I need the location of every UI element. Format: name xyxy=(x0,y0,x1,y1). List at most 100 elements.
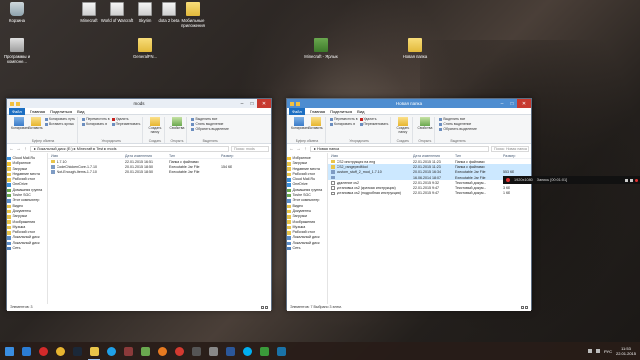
desktop-icon[interactable]: Minecraft - Ярлык xyxy=(304,38,338,59)
taskbar-game-button[interactable] xyxy=(121,344,135,358)
taskbar-explorer-button[interactable] xyxy=(87,344,101,360)
paste-button[interactable]: Вставить xyxy=(308,117,323,131)
cloud-icon xyxy=(7,156,11,161)
invert-selection-button[interactable]: Обратить выделение xyxy=(191,127,229,132)
taskbar-tool-button[interactable] xyxy=(189,344,203,358)
tab-view[interactable]: Вид xyxy=(77,109,84,114)
copy-to-button[interactable]: Копировать в xyxy=(82,122,110,127)
desktop-icon[interactable]: Мобильные приложения xyxy=(176,2,210,28)
taskbar-opera-button[interactable] xyxy=(36,344,50,358)
file-row[interactable]: установка cs2 (подробная инструкция) 22.0… xyxy=(328,191,531,196)
maximize-button[interactable]: □ xyxy=(507,99,517,108)
maximize-button[interactable]: □ xyxy=(247,99,257,108)
file-row[interactable]: установка cs2 (краткая инструкция) 22.01.… xyxy=(328,185,531,190)
invert-selection-button[interactable]: Обратить выделение xyxy=(439,127,477,132)
forward-button[interactable]: → xyxy=(16,146,21,151)
search-input[interactable]: Поиск: mods xyxy=(231,145,269,152)
file-name: установка cs2 (подробная инструкция) xyxy=(336,191,401,196)
window-titlebar[interactable]: mods – □ ✕ xyxy=(7,99,271,108)
new-folder-button[interactable]: Создать папку xyxy=(395,117,410,135)
camera-icon[interactable] xyxy=(625,178,628,182)
paste-shortcut-label: Вставить ярлык xyxy=(49,122,74,126)
taskbar-skype-button[interactable] xyxy=(104,344,118,358)
clock[interactable]: 11:53 22.01.2015 xyxy=(616,346,636,356)
file-row[interactable]: CodeChickenCore-1.7.10 20.01.2015 18:50 Ex… xyxy=(48,164,271,169)
close-button[interactable]: ✕ xyxy=(257,99,271,108)
new-folder-button[interactable]: Создать папку xyxy=(147,117,162,135)
nav-item[interactable]: Сеть xyxy=(287,246,327,251)
properties-button[interactable]: Свойства xyxy=(169,117,184,131)
network-icon[interactable] xyxy=(587,349,592,353)
taskbar-mc-button[interactable] xyxy=(138,344,152,358)
search-input[interactable]: Поиск: Новая папка xyxy=(491,145,529,152)
desktop-icon[interactable]: Новая папка xyxy=(398,38,432,59)
taskbar-media-button[interactable] xyxy=(172,344,186,358)
rename-button[interactable]: Переименовать xyxy=(111,122,140,127)
forward-button[interactable]: → xyxy=(296,146,301,151)
minimize-button[interactable]: – xyxy=(237,99,247,108)
address-path[interactable]: ▸ Новая папка xyxy=(310,145,489,152)
copy-to-button[interactable]: Копировать в xyxy=(330,122,358,127)
desktop-icon[interactable]: Программы и компоне... xyxy=(0,38,34,64)
taskbar-skype2-button[interactable] xyxy=(240,344,254,358)
fold-icon xyxy=(287,231,291,235)
tab-home[interactable]: Главная xyxy=(30,109,45,114)
up-button[interactable]: ↑ xyxy=(303,146,308,151)
tab-view[interactable]: Вид xyxy=(357,109,364,114)
back-button[interactable]: ← xyxy=(9,146,14,151)
taskbar-start-button[interactable] xyxy=(2,344,16,358)
volume-icon[interactable] xyxy=(595,349,600,353)
file-name: CS2 инструкция на eng xyxy=(336,159,376,164)
taskbar-ie-button[interactable] xyxy=(19,344,33,358)
group-select: Выделить все Снять выделение Обратить вы… xyxy=(189,117,231,143)
address-path[interactable]: ▸ Локальный диск (E:) ▸ Minecraft ▸ Test… xyxy=(30,145,229,152)
back-button[interactable]: ← xyxy=(289,146,294,151)
stop-record-icon[interactable] xyxy=(635,178,638,182)
taskbar-steam-button[interactable] xyxy=(70,344,84,358)
desktop-icon[interactable]: Корзина xyxy=(0,2,34,23)
taskbar-ps-button[interactable] xyxy=(274,344,288,358)
nav-item[interactable]: Сеть xyxy=(7,246,47,251)
column-header-cell[interactable]: Тип xyxy=(166,154,218,158)
taskbar-browser-button[interactable] xyxy=(155,344,169,358)
taskbar-store-button[interactable] xyxy=(257,344,271,358)
column-header-cell[interactable]: Дата изменения xyxy=(410,154,452,158)
properties-button[interactable]: Свойства xyxy=(417,117,432,131)
details-view-icon[interactable] xyxy=(521,306,524,309)
column-header-cell[interactable]: Размер xyxy=(500,154,522,158)
tab-file[interactable]: Файл xyxy=(289,107,305,115)
copy-button[interactable]: Копировать xyxy=(291,117,309,131)
tab-share[interactable]: Поделиться xyxy=(50,109,72,114)
pencil-icon[interactable] xyxy=(630,178,633,182)
taskbar-unity-button[interactable] xyxy=(206,344,220,358)
taskbar-chrome-button[interactable] xyxy=(53,344,67,358)
tiles-view-icon[interactable] xyxy=(525,306,528,309)
tiles-view-icon[interactable] xyxy=(265,306,268,309)
column-header-cell[interactable]: Тип xyxy=(452,154,500,158)
file-type: Папка с файлами xyxy=(455,159,485,164)
new-folder-label: Создать папку xyxy=(148,126,162,134)
file-row[interactable]: удаление cs2 22.01.2015 9:32 Текстовый док… xyxy=(328,180,531,185)
tab-home[interactable]: Главная xyxy=(310,109,325,114)
window-titlebar[interactable]: Новая папка – □ ✕ xyxy=(287,99,531,108)
rename-button[interactable]: Переименовать xyxy=(359,122,388,127)
close-button[interactable]: ✕ xyxy=(517,99,531,108)
column-header-cell[interactable]: Имя xyxy=(328,154,410,158)
tab-file[interactable]: Файл xyxy=(9,107,25,115)
taskbar-word-button[interactable] xyxy=(223,344,237,358)
paste-shortcut-button[interactable]: Вставить ярлык xyxy=(45,122,75,127)
file-type: Executable Jar File xyxy=(169,164,200,169)
column-header-cell[interactable]: Имя xyxy=(48,154,122,158)
desktop-icon[interactable]: GeneralFN... xyxy=(128,38,162,59)
language-indicator[interactable]: РУС xyxy=(604,349,612,354)
column-header-cell[interactable]: Размер xyxy=(218,154,252,158)
tab-share[interactable]: Поделиться xyxy=(330,109,352,114)
file-row[interactable]: custom_stuff_2_mod_1.7.10 20.01.2015 16:3… xyxy=(328,169,531,175)
minimize-button[interactable]: – xyxy=(497,99,507,108)
column-header-cell[interactable]: Дата изменения xyxy=(122,154,166,158)
file-row[interactable]: Not-Enough-Items-1.7.10 20.01.2015 18:50 E… xyxy=(48,170,271,175)
up-button[interactable]: ↑ xyxy=(23,146,28,151)
paste-button[interactable]: Вставить xyxy=(28,117,43,131)
copy-button[interactable]: Копировать xyxy=(11,117,29,131)
details-view-icon[interactable] xyxy=(261,306,264,309)
